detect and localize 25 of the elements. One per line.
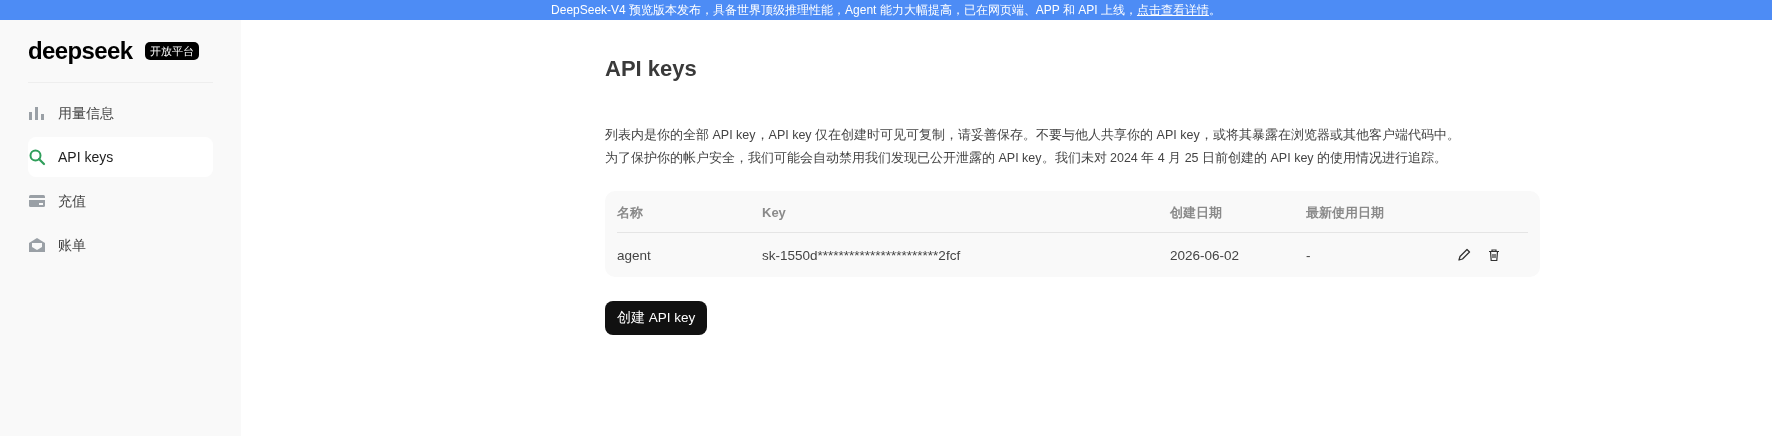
create-key-button[interactable]: 创建 API key — [605, 301, 708, 335]
table-cell: - — [1306, 248, 1311, 263]
announcement-text: DeepSeek-V4 预览版本发布，具备世界顶级推理性能，Agent 能力大幅提高，已在网页端、APP 和 API 上线，点击查看详情。 — [551, 3, 1221, 17]
column-header: 最新使用日期 — [1306, 204, 1384, 220]
description-text: 列表内是你的全部 API key，API key 仅在创建时可见可复制，请妥善保存。不要与他人共享你的 API key，或将其暴露在浏览器或其他客户端代码中。 — [605, 127, 1460, 144]
sidebar-item[interactable]: 充值 — [28, 181, 213, 221]
description-text: 为了保护你的帐户安全，我们可能会自动禁用我们发现已公开泄露的 API key。我们未对 2024 年 4 月 25 日前创建的 API key 的使用情况进行追踪。 — [605, 150, 1448, 167]
sidebar-item[interactable]: API keys — [28, 137, 213, 177]
trash-icon[interactable] — [1486, 247, 1502, 263]
bar-chart-icon — [28, 104, 46, 122]
search-icon — [28, 148, 46, 166]
table-cell: 2026-06-02 — [1170, 248, 1240, 263]
platform-badge: 开放平台 — [144, 42, 199, 60]
column-header: 创建日期 — [1170, 204, 1222, 220]
envelope-icon — [28, 236, 46, 254]
column-header: Key — [762, 204, 786, 220]
table-cell: sk-1550d***********************2fcf — [762, 248, 961, 263]
card-icon — [28, 192, 46, 210]
page-title: API keys — [605, 55, 698, 83]
logo-text: deepseek — [28, 36, 133, 66]
column-header: 名称 — [617, 204, 643, 220]
edit-icon[interactable] — [1456, 247, 1472, 263]
sidebar-item[interactable]: 账单 — [28, 225, 213, 265]
sidebar-item[interactable]: 用量信息 — [28, 93, 213, 133]
table-cell: agent — [617, 248, 651, 263]
